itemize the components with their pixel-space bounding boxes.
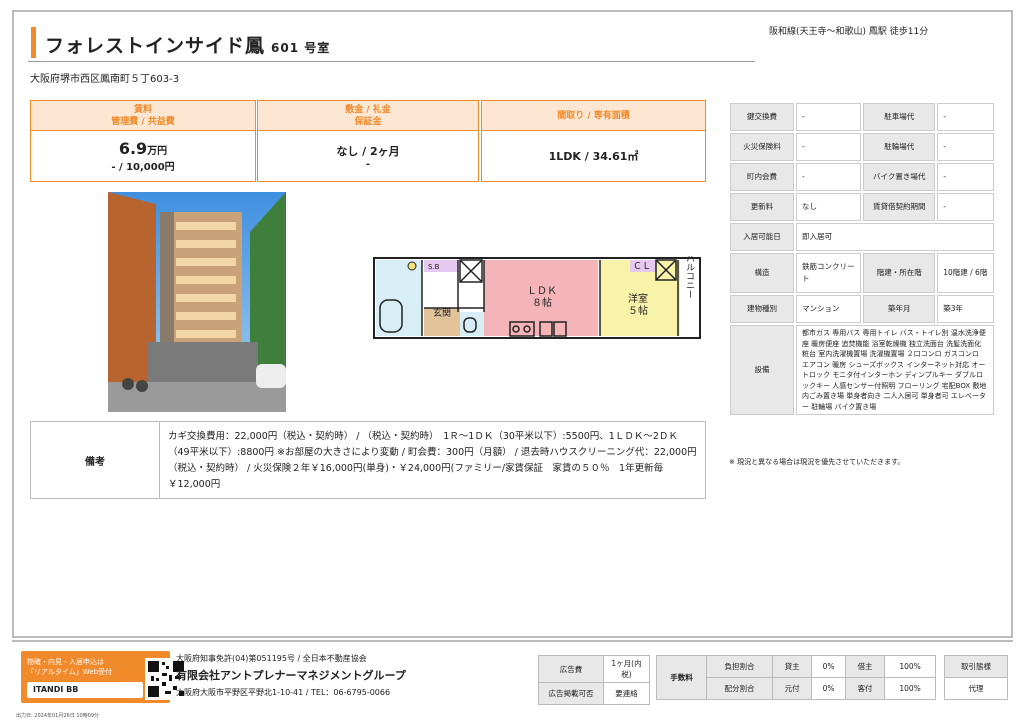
- room-number: 601 号室: [271, 41, 331, 55]
- floor-plan: S.B ＬＤＫ ８帖 ＣＬ 洋室 ５帖 玄関 バルコニー: [372, 253, 704, 340]
- title-accent: [31, 27, 36, 58]
- itandi-text: 物確・内見・入居申込は「リアルタイム」Web受付: [27, 658, 113, 676]
- deal-value: 代理: [944, 677, 1008, 700]
- deposit-head: 敷金 / 礼金: [345, 104, 391, 115]
- spec-row: 火災保険料 - 駐輪場代 -: [730, 133, 994, 161]
- spec-row: 設備 都市ガス 専用バス 専用トイレ バス・トイレ別 温水洗浄便座 暖房便座 追…: [730, 325, 994, 415]
- cl-label: ＣＬ: [633, 262, 651, 272]
- deal-label: 取引態様: [944, 655, 1008, 678]
- lessee-label: 借主: [844, 655, 886, 678]
- building-age-label: 築年月: [863, 295, 936, 323]
- spec-row: 更新料 なし 賃貸借契約期間 -: [730, 193, 994, 221]
- rent-box: 賃料 管理費 / 共益費 6.9万円 - / 10,000円: [30, 100, 256, 182]
- client-label: 客付: [844, 677, 886, 700]
- spec-key: 更新料: [730, 193, 794, 221]
- movein-value: 即入居可: [796, 223, 994, 251]
- spec-key: 鍵交換費: [730, 103, 794, 131]
- balcony-label: バルコニー: [684, 256, 695, 299]
- title-divider: [28, 61, 755, 62]
- spec-key: 賃貸借契約期間: [863, 193, 936, 221]
- structure-value: 鉄筋コンクリート: [796, 253, 862, 293]
- guarantee-head: 保証金: [354, 116, 382, 127]
- mgmt-head: 管理費 / 共益費: [111, 116, 175, 127]
- itandi-banner[interactable]: 物確・内見・入居申込は「リアルタイム」Web受付 ITANDI BB: [21, 651, 187, 703]
- spec-row: 鍵交換費 - 駐車場代 -: [730, 103, 994, 131]
- spec-key: 駐車場代: [863, 103, 936, 131]
- company-info: 大阪府知事免許(04)第051195号 / 全日本不動産協会 有限会社アントプレ…: [176, 650, 406, 701]
- ad-fee-label: 広告費: [538, 655, 604, 683]
- remarks-box: 備考 カギ交換費用：22,000円（税込・契約時） / （税込・契約時） 1Ｒ～…: [30, 421, 706, 499]
- property-title: フォレストインサイド鳳 601 号室: [45, 35, 331, 57]
- ldk-label: ＬＤＫ: [527, 286, 557, 297]
- guarantee-value: -: [365, 158, 371, 170]
- spec-value: -: [937, 193, 994, 221]
- print-date: 出力日: 2024年01月26日 10時09分: [16, 713, 100, 719]
- license-number: 大阪府知事免許(04)第051195号 / 全日本不動産協会: [176, 654, 367, 663]
- spec-row: 建物種別 マンション 築年月 築3年: [730, 295, 994, 323]
- equipment-value: 都市ガス 専用バス 専用トイレ バス・トイレ別 温水洗浄便座 暖房便座 追焚機能…: [796, 325, 994, 415]
- equipment-label: 設備: [730, 325, 794, 415]
- building-age-value: 築3年: [937, 295, 994, 323]
- origin-pct: 0%: [811, 677, 846, 700]
- building-photo: [108, 192, 286, 412]
- commission-table: 手数料 負担割合 貸主 0% 借主 100% 配分割合 元付 0% 客付 100…: [656, 655, 936, 700]
- sb-label: S.B: [428, 263, 440, 271]
- station-access: 阪和線(天王寺～和歌山) 鳳駅 徒歩11分: [769, 27, 929, 37]
- spec-value: なし: [796, 193, 862, 221]
- layout-head: 間取り / 専有面積: [557, 110, 630, 121]
- spec-key: 駐輪場代: [863, 133, 936, 161]
- spec-value: -: [937, 103, 994, 131]
- structure-label: 構造: [730, 253, 794, 293]
- ldk-size: ８帖: [532, 296, 552, 309]
- remarks-label: 備考: [31, 422, 160, 498]
- commission-label: 手数料: [656, 655, 707, 700]
- itandi-brand: ITANDI BB: [27, 682, 143, 698]
- layout-box: 間取り / 専有面積 1LDK / 34.61㎡: [481, 100, 706, 182]
- spec-value: -: [937, 163, 994, 191]
- remarks-text: カギ交換費用：22,000円（税込・契約時） / （税込・契約時） 1Ｒ～1ＤＫ…: [168, 431, 697, 490]
- spec-value: -: [937, 133, 994, 161]
- spec-table: 鍵交換費 - 駐車場代 - 火災保険料 - 駐輪場代 - 町内会費 - バイク置…: [728, 101, 996, 417]
- origin-label: 元付: [771, 677, 813, 700]
- spec-disclaimer: ※ 現況と異なる場合は現況を優先させていただきます。: [729, 458, 905, 466]
- ad-fee-value: 1ヶ月(内税): [603, 655, 650, 683]
- company-name: 有限会社アントプレナーマネジメントグループ: [176, 669, 406, 682]
- building-type-value: マンション: [796, 295, 862, 323]
- western-room-size: ５帖: [628, 304, 648, 317]
- deal-table: 取引態様 代理: [944, 655, 1008, 700]
- floor-label: 階建・所在階: [863, 253, 936, 293]
- rent-head: 賃料: [133, 104, 152, 115]
- rent-value: 6.9万円: [118, 139, 168, 158]
- deposit-value: なし / 2ヶ月: [336, 144, 400, 158]
- lessee-pct: 100%: [884, 655, 936, 678]
- layout-value: 1LDK / 34.61㎡: [548, 150, 639, 163]
- client-pct: 100%: [884, 677, 936, 700]
- building-type-label: 建物種別: [730, 295, 794, 323]
- ad-allow-label: 広告掲載可否: [538, 682, 604, 705]
- spec-key: バイク置き場代: [863, 163, 936, 191]
- spec-value: -: [796, 133, 862, 161]
- spec-key: 火災保険料: [730, 133, 794, 161]
- company-address: 大阪府大阪市平野区平野北1-10-41 / TEL：06-6795-0066: [176, 688, 391, 697]
- deposit-box: 敷金 / 礼金 保証金 なし / 2ヶ月 -: [257, 100, 479, 182]
- spec-row: 構造 鉄筋コンクリート 階建・所在階 10階建 / 6階: [730, 253, 994, 293]
- spec-value: -: [796, 163, 862, 191]
- footer-divider: [12, 640, 1013, 642]
- burden-label: 負担割合: [706, 655, 773, 678]
- ad-allow-value: 要連絡: [603, 682, 650, 705]
- lessor-pct: 0%: [811, 655, 846, 678]
- movein-label: 入居可能日: [730, 223, 794, 251]
- mgmt-fee: - / 10,000円: [111, 162, 175, 173]
- spec-value: -: [796, 103, 862, 131]
- lessor-label: 貸主: [771, 655, 813, 678]
- floor-value: 10階建 / 6階: [937, 253, 994, 293]
- spec-row: 入居可能日 即入居可: [730, 223, 994, 251]
- spec-row: 町内会費 - バイク置き場代 -: [730, 163, 994, 191]
- ad-fee-table: 広告費 1ヶ月(内税) 広告掲載可否 要連絡: [538, 655, 650, 705]
- spec-key: 町内会費: [730, 163, 794, 191]
- genkan-label: 玄関: [433, 307, 451, 319]
- dist-label: 配分割合: [706, 677, 773, 700]
- western-room-label: 洋室: [628, 292, 648, 305]
- property-address: 大阪府堺市西区鳳南町５丁603-3: [30, 74, 180, 85]
